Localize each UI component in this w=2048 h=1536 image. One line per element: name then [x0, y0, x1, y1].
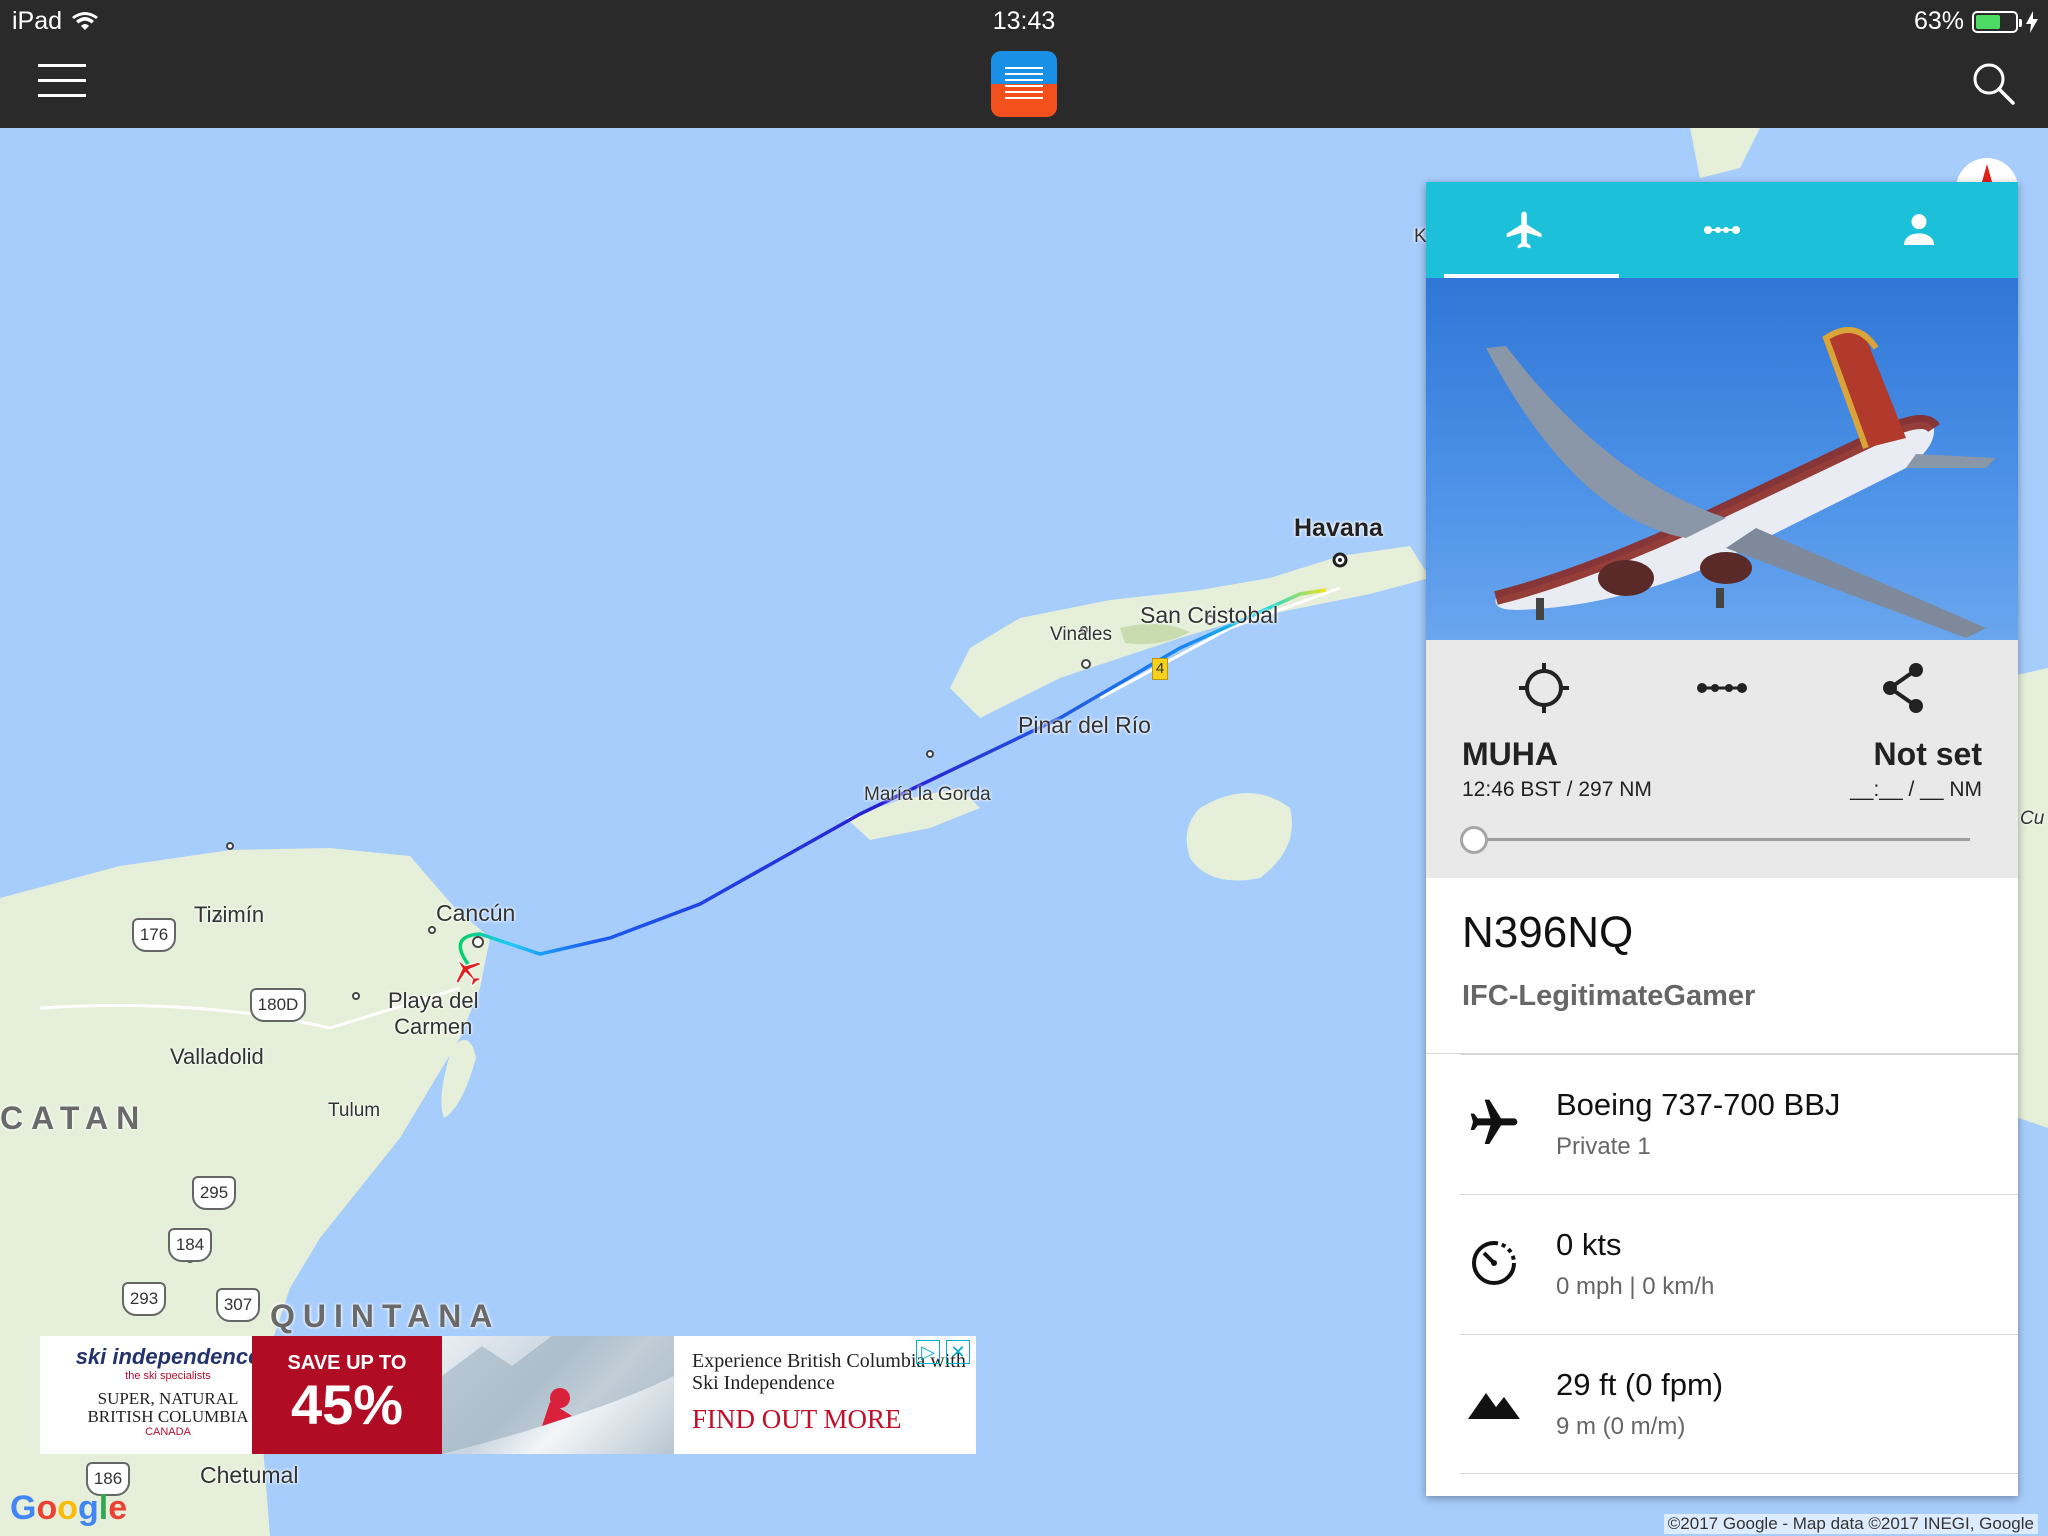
speed-converted: 0 mph | 0 km/h: [1556, 1273, 1715, 1300]
aircraft-position-icon[interactable]: [450, 954, 484, 988]
aircraft-row: Boeing 737-700 BBJ Private 1: [1460, 1054, 2018, 1194]
map-label-yucatan: CATAN: [0, 1100, 148, 1136]
mountain-icon: [1468, 1393, 1520, 1419]
speed-kts: 0 kts: [1556, 1227, 1622, 1262]
ad-banner[interactable]: ski independence the ski specialists SUP…: [40, 1336, 976, 1454]
map-copyright: ©2017 Google - Map data ©2017 INEGI, Goo…: [1663, 1514, 2038, 1534]
aircraft-type: Boeing 737-700 BBJ: [1556, 1087, 1841, 1122]
destination-info: __:__ / __ NM: [1850, 778, 1982, 801]
altitude-row: 29 ft (0 fpm) 9 m (0 m/m): [1460, 1334, 2018, 1474]
flight-identity: N396NQ IFC-LegitimateGamer: [1426, 878, 2018, 1054]
map-label-chetumal: Chetumal: [200, 1462, 299, 1488]
pilot-username[interactable]: IFC-LegitimateGamer: [1462, 980, 1982, 1013]
altitude-ft: 29 ft (0 fpm): [1556, 1367, 1724, 1402]
map-label-tulum: Tulum: [328, 1100, 381, 1121]
status-bar: iPad 13:43 63%: [0, 0, 2048, 42]
tab-aircraft[interactable]: [1426, 182, 1623, 278]
user-icon: [1904, 214, 1935, 245]
highway-shield: 184: [168, 1228, 212, 1262]
status-time: 13:43: [992, 7, 1056, 35]
route-marker: 4: [1152, 658, 1168, 680]
ad-sale-box: SAVE UP TO 45%: [252, 1336, 442, 1454]
aircraft-photo: [1426, 278, 2018, 640]
ad-close-icon[interactable]: ✕: [946, 1340, 970, 1364]
google-logo: Google: [10, 1489, 128, 1527]
altitude-converted: 9 m (0 m/m): [1556, 1413, 1686, 1440]
speed-row: 0 kts 0 mph | 0 km/h: [1460, 1194, 2018, 1334]
battery-percent: 63%: [1913, 7, 1964, 35]
origin-info: 12:46 BST / 297 NM: [1462, 778, 1652, 801]
ad-sale-line1: SAVE UP TO: [287, 1352, 407, 1374]
map-label-edge-k: K: [1414, 226, 1427, 247]
tab-route[interactable]: [1623, 182, 1820, 278]
destination-code: Not set: [1873, 736, 1982, 772]
map-label-san-cristobal: San Cristobal: [1140, 602, 1279, 628]
search-icon[interactable]: [1970, 60, 2016, 106]
battery-icon: [1972, 10, 2022, 33]
map-label-pinar-del-rio: Pinar del Río: [1018, 712, 1151, 738]
highway-shield: 180D: [250, 988, 306, 1022]
origin-code: MUHA: [1462, 736, 1558, 772]
map-label-maria-la-gorda: María la Gorda: [864, 784, 991, 805]
map-label-edge-cu: Cu: [2020, 808, 2045, 829]
map-label-tizimin: Tizimín: [194, 902, 265, 927]
flight-progress-thumb[interactable]: [1460, 826, 1488, 854]
route-dots-icon[interactable]: [1694, 660, 1750, 716]
highway-shield: 176: [132, 918, 176, 952]
map-label-valladolid: Valladolid: [170, 1044, 264, 1069]
ad-cta[interactable]: FIND OUT MORE: [692, 1404, 972, 1435]
map-label-playa-del-carmen: Playa del Carmen: [388, 988, 479, 1039]
panel-tabs: [1426, 182, 2018, 278]
route-icon: [1703, 226, 1740, 234]
app-logo: [991, 51, 1057, 117]
highway-shield: 295: [192, 1176, 236, 1210]
crosshair-icon[interactable]: [1516, 660, 1572, 716]
map-label-havana: Havana: [1294, 514, 1383, 542]
hamburger-menu-icon[interactable]: [38, 64, 86, 100]
flight-info-panel: MUHA 12:46 BST / 297 NM Not set __:__ / …: [1426, 182, 2018, 1496]
highway-shield: 293: [122, 1282, 166, 1316]
tab-user[interactable]: [1821, 182, 2018, 278]
speedometer-icon: [1472, 1241, 1516, 1285]
callsign: N396NQ: [1462, 908, 1634, 957]
charging-bolt-icon: [2026, 10, 2038, 33]
airplane-icon: [1470, 1099, 1518, 1144]
map-label-vinales: Vinales: [1050, 624, 1112, 645]
adchoices-icon[interactable]: ▷: [916, 1340, 940, 1364]
route-summary: MUHA 12:46 BST / 297 NM Not set __:__ / …: [1426, 640, 2018, 878]
map-label-quintana: QUINTANA: [270, 1298, 501, 1334]
ad-photo: [442, 1336, 674, 1454]
ad-sale-line2: 45%: [290, 1373, 404, 1436]
app-bar: [0, 42, 2048, 128]
ad-choices: ▷ ✕: [916, 1340, 970, 1364]
share-icon[interactable]: [1876, 660, 1932, 716]
flight-progress-track: [1466, 838, 1970, 841]
aircraft-livery: Private 1: [1556, 1133, 1651, 1160]
map-label-cancun: Cancún: [436, 900, 516, 926]
airplane-icon: [1506, 211, 1542, 249]
highway-shield: 307: [216, 1288, 260, 1322]
